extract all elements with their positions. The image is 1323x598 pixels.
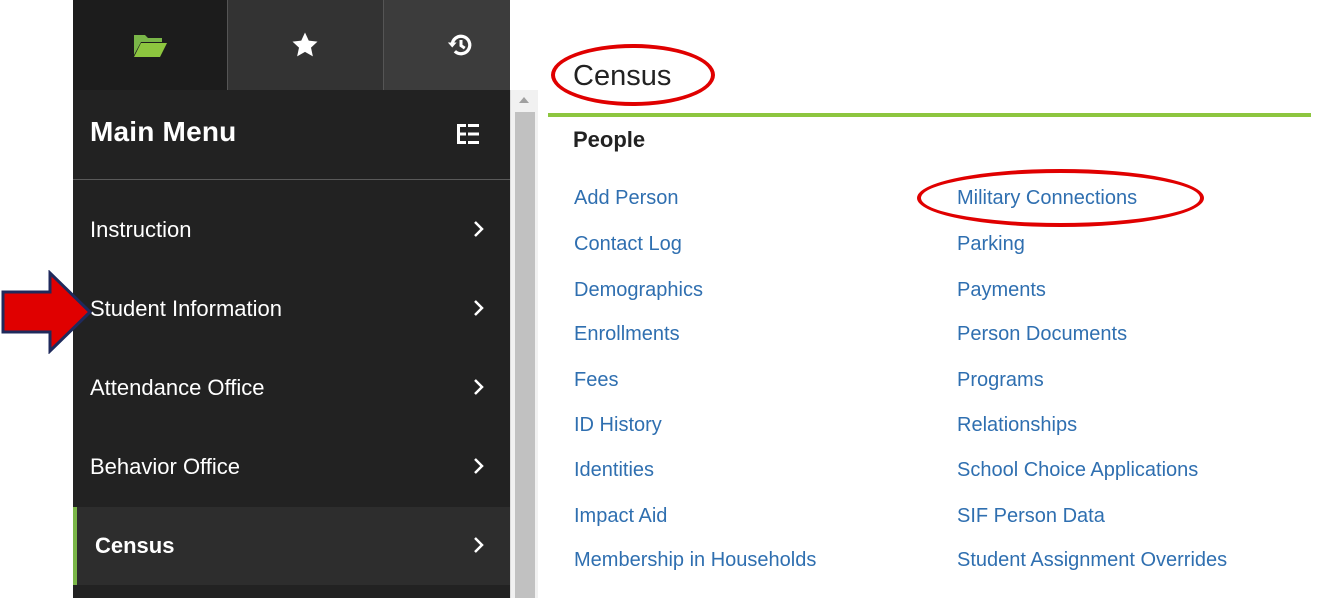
- menu-item-label: Instruction: [90, 217, 192, 242]
- main-menu-sidebar: Main Menu Instruction Student Informatio…: [73, 0, 510, 598]
- link-fees[interactable]: Fees: [574, 369, 618, 392]
- link-parking[interactable]: Parking: [957, 233, 1025, 256]
- chevron-right-icon: [474, 221, 484, 237]
- sidebar-scrollbar[interactable]: [510, 90, 538, 598]
- folder-open-icon: [134, 35, 168, 57]
- menu-item-label: Census: [95, 533, 175, 558]
- sidebar-tabs: [73, 0, 510, 90]
- link-add-person[interactable]: Add Person: [574, 187, 679, 210]
- link-relationships[interactable]: Relationships: [957, 414, 1077, 437]
- tab-folder[interactable]: [73, 0, 228, 90]
- red-arrow-annotation: [1, 270, 93, 354]
- section-title-people: People: [573, 127, 646, 152]
- link-payments[interactable]: Payments: [957, 279, 1046, 302]
- link-demographics[interactable]: Demographics: [574, 279, 703, 302]
- link-contact-log[interactable]: Contact Log: [574, 233, 682, 256]
- menu-item-census[interactable]: Census: [73, 507, 510, 585]
- chevron-right-icon: [474, 300, 484, 316]
- menu-item-label: Attendance Office: [90, 375, 265, 400]
- menu-item-label: Student Information: [90, 296, 283, 321]
- main-content: Census People Add Person Contact Log Dem…: [548, 0, 1323, 598]
- link-person-documents[interactable]: Person Documents: [957, 323, 1127, 346]
- menu-title: Main Menu: [90, 116, 237, 147]
- chevron-right-icon: [474, 458, 484, 474]
- menu-item-label: Behavior Office: [90, 454, 241, 479]
- link-enrollments[interactable]: Enrollments: [574, 323, 680, 346]
- green-divider: [548, 113, 1311, 117]
- link-student-assignment-overrides[interactable]: Student Assignment Overrides: [957, 549, 1227, 572]
- chevron-right-icon: [474, 537, 484, 553]
- tab-favorites[interactable]: [227, 0, 383, 90]
- link-sif-person-data[interactable]: SIF Person Data: [957, 505, 1105, 528]
- history-icon: [447, 34, 472, 56]
- link-id-history[interactable]: ID History: [574, 414, 662, 437]
- menu-item-attendance-office[interactable]: Attendance Office: [73, 349, 510, 427]
- chevron-right-icon: [474, 379, 484, 395]
- menu-item-student-information[interactable]: Student Information: [73, 270, 510, 348]
- star-icon: [292, 32, 318, 57]
- link-identities[interactable]: Identities: [574, 459, 654, 482]
- link-programs[interactable]: Programs: [957, 369, 1044, 392]
- tab-history[interactable]: [382, 0, 510, 90]
- menu-item-instruction[interactable]: Instruction: [73, 191, 510, 269]
- link-membership-in-households[interactable]: Membership in Households: [574, 549, 816, 572]
- red-circle-annotation-military: [917, 169, 1204, 227]
- tree-view-icon[interactable]: [455, 122, 481, 151]
- menu-header: Main Menu: [73, 92, 510, 180]
- link-impact-aid[interactable]: Impact Aid: [574, 505, 667, 528]
- red-circle-annotation-title: [551, 44, 715, 106]
- scroll-up-arrow-icon[interactable]: [519, 96, 529, 104]
- link-school-choice-applications[interactable]: School Choice Applications: [957, 459, 1198, 482]
- scrollbar-thumb[interactable]: [515, 112, 535, 598]
- menu-item-behavior-office[interactable]: Behavior Office: [73, 428, 510, 506]
